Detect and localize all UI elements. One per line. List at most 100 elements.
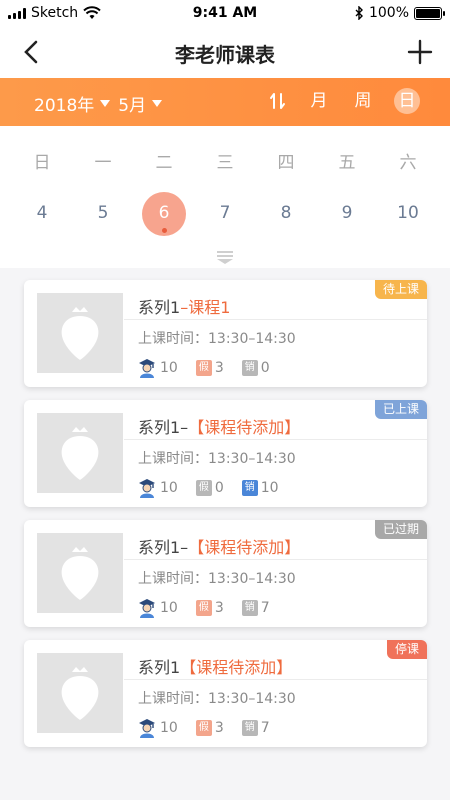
date-label: 8 (280, 203, 292, 223)
cancel-tag: 销 (241, 720, 258, 736)
student-icon (139, 479, 155, 498)
course-series: 系列1 (138, 658, 181, 677)
divider (124, 319, 427, 320)
view-month-tab[interactable]: 月 (306, 88, 332, 114)
course-time: 上课时间：13:30–14:30 (138, 448, 296, 468)
course-card[interactable]: 系列1–课程1 上课时间：13:30–14:30 10 假 3 销 0 待上课 (24, 280, 427, 387)
battery-percent: 100% (368, 5, 409, 21)
weekday-label: 二 (155, 153, 173, 173)
placeholder-logo-icon (61, 307, 99, 360)
student-icon (139, 359, 155, 378)
weekday-label: 五 (338, 153, 356, 173)
view-day-tab[interactable]: 日 (394, 88, 420, 114)
course-stats: 10 假 3 销 0 (137, 358, 288, 378)
course-time: 上课时间：13:30–14:30 (138, 568, 296, 588)
time-value: 13:30–14:30 (208, 451, 296, 467)
time-label: 上课时间： (138, 691, 208, 707)
cancel-count-value: 7 (260, 600, 270, 616)
course-time: 上课时间：13:30–14:30 (138, 328, 296, 348)
course-time: 上课时间：13:30–14:30 (138, 688, 296, 708)
status-badge: 已过期 (374, 520, 427, 539)
date-label: 4 (36, 203, 48, 223)
date-cell[interactable]: 5 (79, 192, 127, 236)
date-label: 9 (341, 203, 353, 223)
student-count-value: 10 (160, 600, 178, 616)
course-name: 【课程待添加】 (180, 658, 293, 677)
leave-count: 假 0 (195, 480, 224, 496)
cancel-tag: 销 (241, 360, 258, 376)
expand-icon[interactable] (216, 250, 234, 264)
course-list: 系列1–课程1 上课时间：13:30–14:30 10 假 3 销 0 待上课 … (24, 280, 428, 760)
cancel-count: 销 10 (241, 480, 279, 496)
cancel-count-value: 7 (260, 720, 270, 736)
student-count-value: 10 (160, 480, 178, 496)
date-cell-selected[interactable]: 6 (140, 192, 188, 236)
weekday-label: 六 (399, 153, 417, 173)
time-value: 13:30–14:30 (208, 571, 296, 587)
course-name: 【课程待添加】 (188, 418, 301, 437)
time-value: 13:30–14:30 (208, 691, 296, 707)
battery-icon (414, 6, 445, 20)
status-bar: Sketch 9:41 AM 100% (0, 0, 450, 26)
status-badge: 停课 (386, 640, 427, 659)
month-caret-icon[interactable] (152, 100, 163, 107)
date-cell[interactable]: 9 (323, 192, 371, 236)
cancel-tag: 销 (241, 480, 258, 496)
status-badge: 待上课 (374, 280, 427, 299)
leave-count-value: 3 (214, 360, 224, 376)
placeholder-logo-icon (61, 427, 99, 480)
leave-tag: 假 (195, 480, 212, 496)
course-card[interactable]: 系列1–【课程待添加】 上课时间：13:30–14:30 10 假 0 销 10… (24, 400, 427, 507)
cancel-count-value: 10 (260, 480, 279, 496)
weekday-row: 日 一 二 三 四 五 六 (18, 148, 432, 173)
leave-count: 假 3 (195, 720, 224, 736)
date-label: 10 (397, 203, 419, 223)
course-stats: 10 假 3 销 7 (137, 598, 288, 618)
cancel-count-value: 0 (260, 360, 270, 376)
course-card[interactable]: 系列1–【课程待添加】 上课时间：13:30–14:30 10 假 3 销 7 … (24, 520, 427, 627)
view-week-tab[interactable]: 周 (350, 88, 376, 114)
student-count: 10 (137, 478, 178, 498)
course-title: 系列1–课程1 (138, 294, 230, 318)
student-icon (139, 719, 155, 738)
date-label: 5 (97, 203, 109, 223)
date-cell[interactable]: 7 (201, 192, 249, 236)
status-badge: 已上课 (374, 400, 427, 419)
placeholder-logo-icon (61, 547, 99, 600)
course-series: 系列1– (138, 418, 189, 437)
leave-count-value: 0 (214, 480, 224, 496)
cancel-count: 销 0 (241, 360, 270, 376)
cancel-count: 销 7 (241, 720, 270, 736)
cancel-count: 销 7 (241, 600, 270, 616)
student-count: 10 (137, 598, 178, 618)
date-cell[interactable]: 8 (262, 192, 310, 236)
year-label[interactable]: 2018年 (34, 91, 94, 116)
leave-tag: 假 (195, 360, 212, 376)
student-count-value: 10 (160, 360, 178, 376)
student-count-value: 10 (160, 720, 178, 736)
student-count: 10 (137, 358, 178, 378)
add-icon[interactable] (406, 38, 434, 66)
date-label: 6 (158, 203, 170, 223)
student-icon (139, 599, 155, 618)
course-card[interactable]: 系列1【课程待添加】 上课时间：13:30–14:30 10 假 3 销 7 停… (24, 640, 427, 747)
bluetooth-icon (355, 6, 363, 20)
time-label: 上课时间： (138, 571, 208, 587)
course-title: 系列1【课程待添加】 (138, 654, 292, 678)
date-label: 7 (219, 203, 231, 223)
year-caret-icon[interactable] (100, 100, 111, 107)
date-cell[interactable]: 10 (384, 192, 432, 236)
leave-tag: 假 (195, 720, 212, 736)
sort-icon[interactable] (268, 91, 288, 111)
date-cell[interactable]: 4 (18, 192, 66, 236)
leave-count-value: 3 (214, 720, 224, 736)
month-picker[interactable]: 2018年 5月 (34, 91, 166, 116)
has-class-dot (162, 228, 167, 233)
course-name: –课程1 (180, 298, 231, 317)
month-label[interactable]: 5月 (118, 91, 146, 116)
divider (124, 559, 427, 560)
course-thumbnail (37, 413, 123, 493)
leave-count: 假 3 (195, 600, 224, 616)
course-title: 系列1–【课程待添加】 (138, 534, 300, 558)
course-thumbnail (37, 533, 123, 613)
